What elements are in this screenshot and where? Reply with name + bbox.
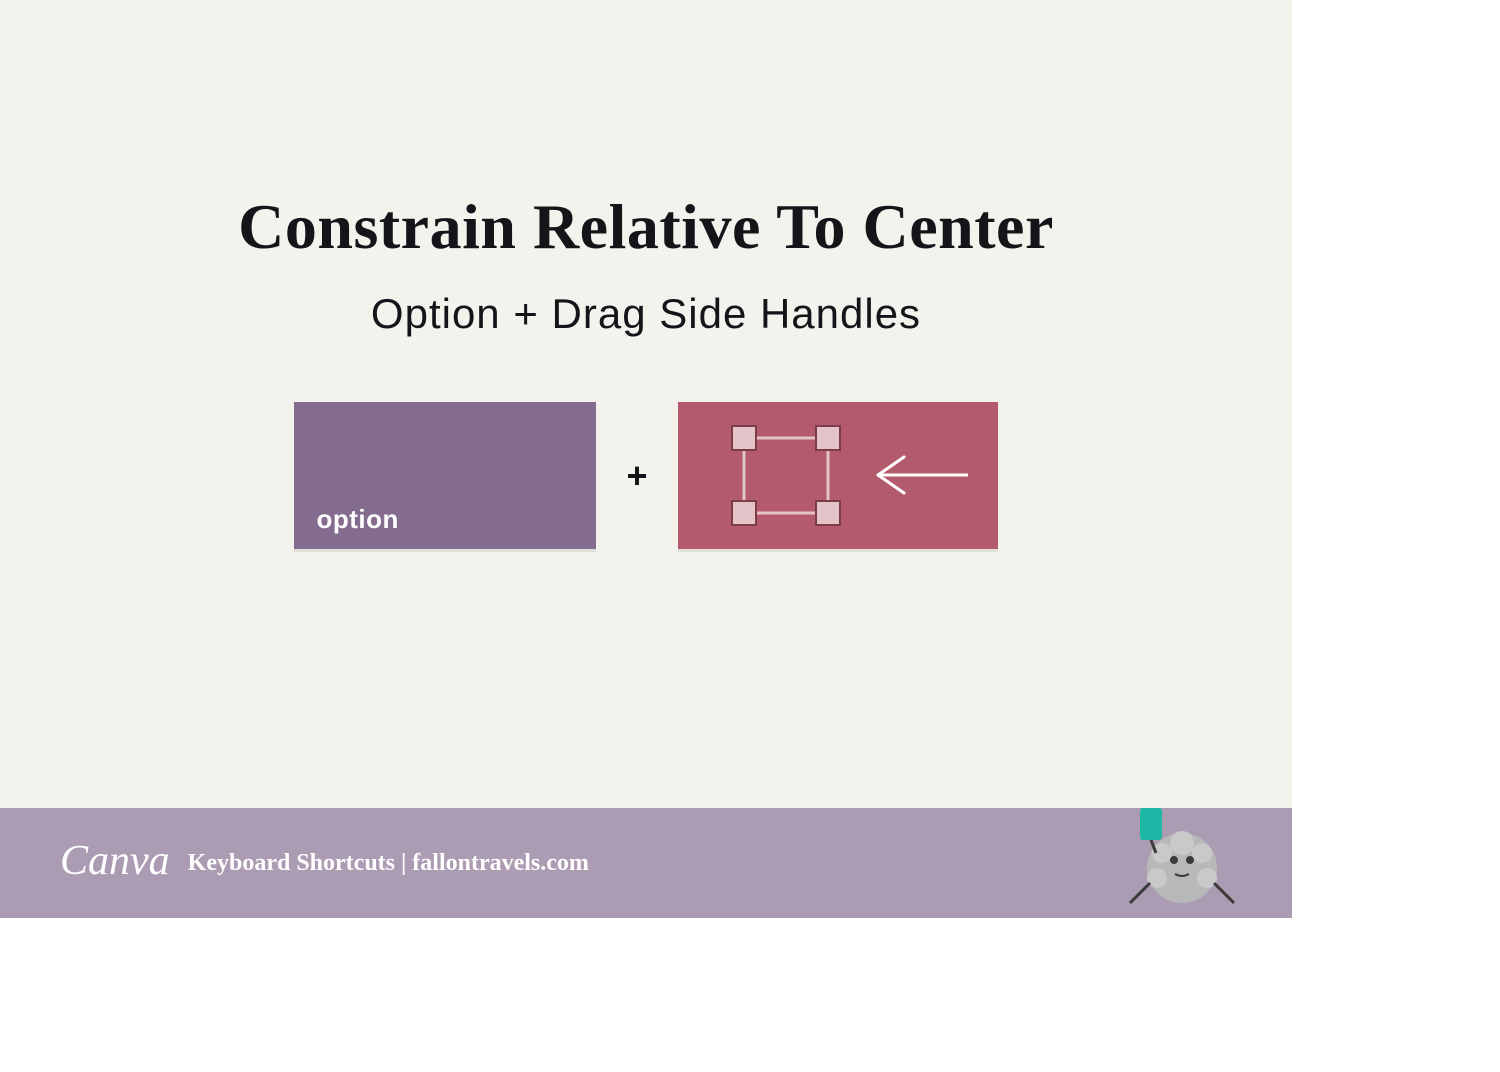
footer-text: Keyboard Shortcuts | fallontravels.com <box>188 850 589 877</box>
footer-bar: Canva Keyboard Shortcuts | fallontravels… <box>0 808 1292 918</box>
mascot-icon <box>1112 788 1242 918</box>
canva-logo: Canva <box>60 837 170 885</box>
slide-canvas: Constrain Relative To Center Option + Dr… <box>0 0 1292 918</box>
option-key-block: option <box>294 402 596 549</box>
slide-subtitle: Option + Drag Side Handles <box>0 290 1292 338</box>
drag-handles-icon <box>678 402 998 549</box>
plus-separator: + <box>626 455 647 497</box>
shortcut-row: option + <box>0 402 1292 549</box>
option-key-label: option <box>316 504 398 535</box>
drag-handles-block <box>678 402 998 549</box>
slide-title: Constrain Relative To Center <box>0 190 1292 264</box>
